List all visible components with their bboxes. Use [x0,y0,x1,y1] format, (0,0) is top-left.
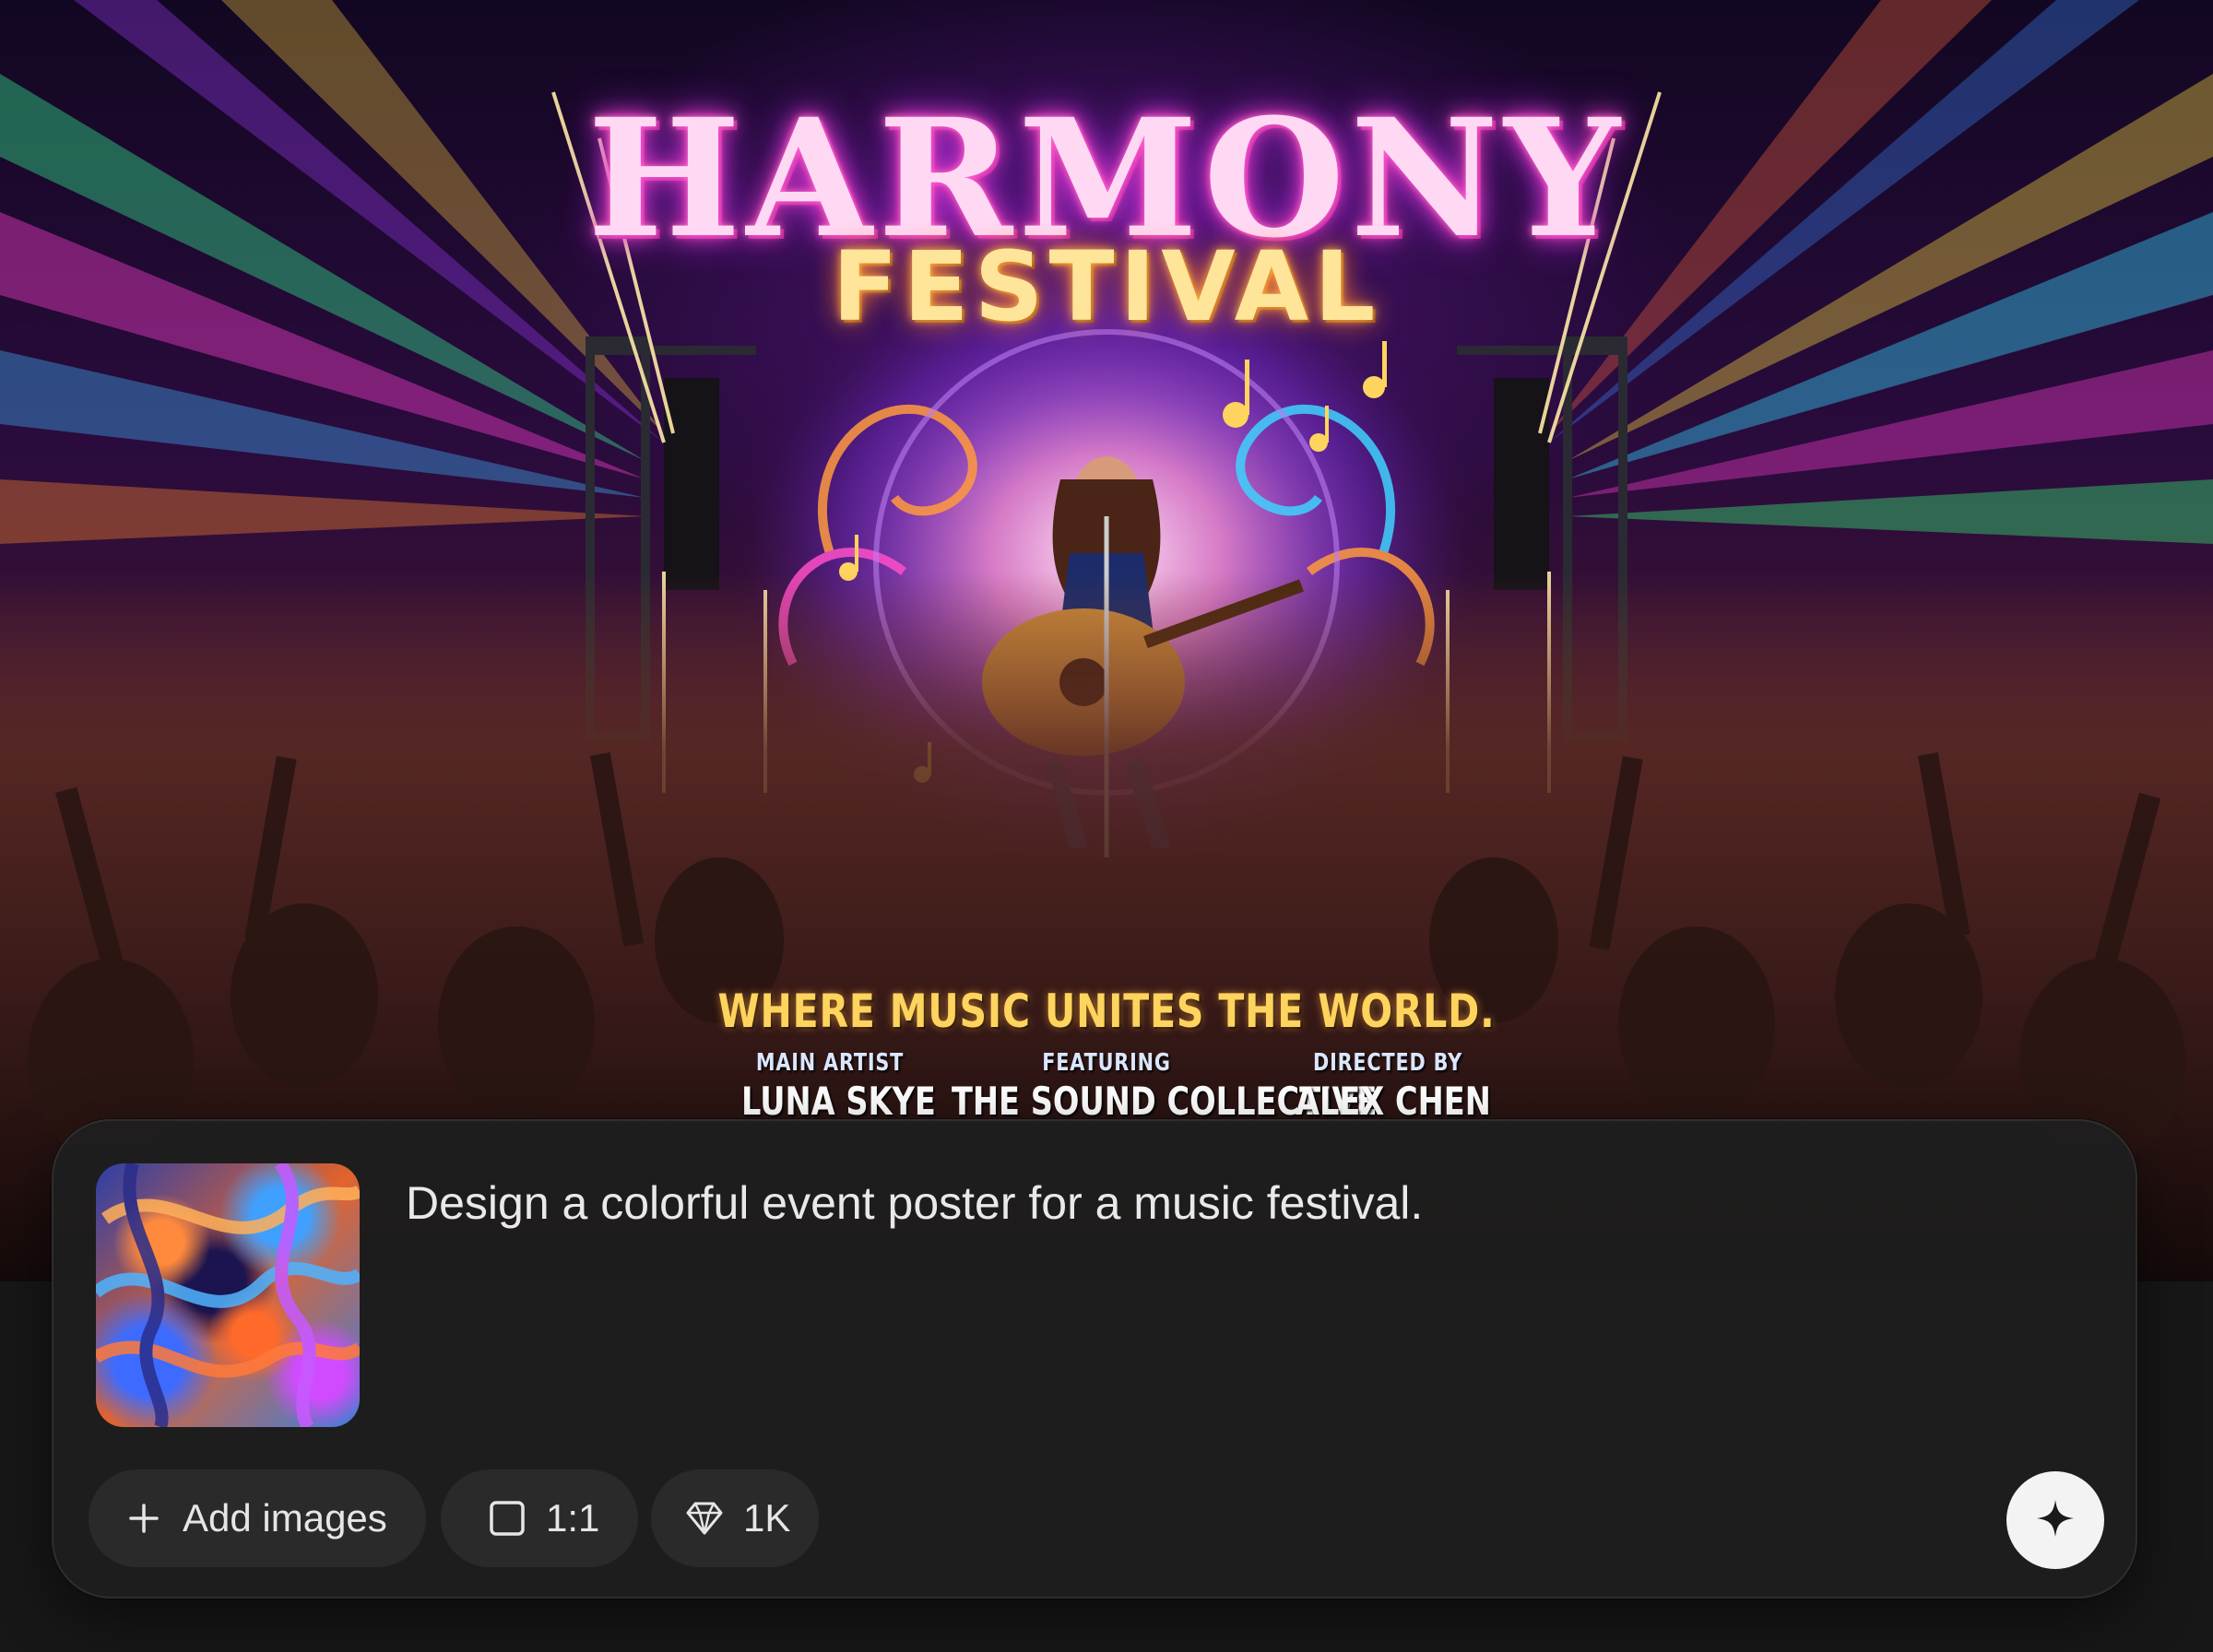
credit-role: DIRECTED BY [1313,1049,1462,1077]
credit-directed-by: DIRECTED BY ALEX CHEN [1296,1049,1491,1124]
generate-button[interactable] [2006,1471,2104,1569]
aspect-ratio-label: 1:1 [546,1496,600,1540]
prompt-input[interactable]: Design a colorful event poster for a mus… [406,1176,1423,1230]
aspect-ratio-button[interactable]: 1:1 [441,1469,638,1567]
square-icon [487,1498,527,1539]
resolution-button[interactable]: 1K [651,1469,819,1567]
credit-role: MAIN ARTIST [755,1049,905,1077]
credit-featuring: FEATURING THE SOUND COLLECTIVE [952,1049,1378,1124]
poster-subtitle: FESTIVAL [832,230,1381,343]
resolution-label: 1K [743,1496,791,1540]
abstract-swirl-art [96,1163,360,1427]
add-images-button[interactable]: Add images [89,1469,426,1567]
poster-tagline: WHERE MUSIC UNITES THE WORLD. [717,985,1496,1038]
credit-name: ALEX CHEN [1296,1079,1491,1124]
reference-image-thumbnail[interactable] [96,1163,360,1427]
credit-name: THE SOUND COLLECTIVE [952,1079,1378,1124]
credit-name: LUNA SKYE [741,1079,936,1124]
generated-poster-image: HARMONY FESTIVAL WHERE MUSIC UNITES THE … [0,0,2213,1281]
diamond-icon [684,1498,725,1539]
credit-main-artist: MAIN ARTIST LUNA SKYE [741,1049,936,1124]
add-images-label: Add images [183,1496,387,1540]
plus-icon [124,1498,164,1539]
prompt-composer: Design a colorful event poster for a mus… [52,1119,2137,1599]
sparkle-icon [2035,1498,2076,1543]
credit-role: FEATURING [1042,1049,1171,1077]
app-canvas: HARMONY FESTIVAL WHERE MUSIC UNITES THE … [0,0,2213,1652]
